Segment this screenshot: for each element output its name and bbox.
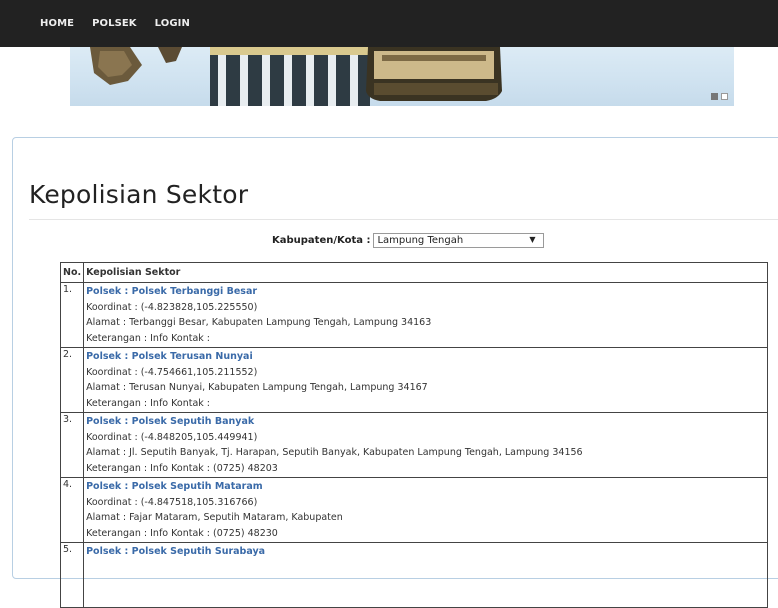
alamat-text: Alamat : Terbanggi Besar, Kabupaten Lamp… <box>86 317 432 328</box>
title-divider <box>29 219 778 220</box>
polsek-table: No. Kepolisian Sektor 1. Polsek : Polsek… <box>59 262 768 608</box>
page-title: Kepolisian Sektor <box>29 180 249 209</box>
alamat-text <box>86 575 765 591</box>
table-row: 1. Polsek : Polsek Terbanggi Besar Koord… <box>59 282 768 348</box>
keterangan-text: Keterangan : Info Kontak : (0725) 48203 <box>86 462 278 474</box>
top-navbar: HOME POLSEK LOGIN <box>0 0 778 47</box>
dropdown-arrow-icon: ▼ <box>529 235 536 244</box>
alamat-text: Alamat : Fajar Mataram, Seputih Mataram,… <box>86 512 343 523</box>
kabupaten-filter: Kabupaten/Kota : Lampung Tengah ▼ <box>272 233 545 248</box>
polsek-name-link[interactable]: Polsek : Polsek Seputih Mataram <box>86 479 765 495</box>
row-number: 1. <box>59 282 85 348</box>
table-row: 2. Polsek : Polsek Terusan Nunyai Koordi… <box>59 347 768 413</box>
koordinat-text: Koordinat : (-4.848205,105.449941) <box>86 431 258 443</box>
row-details: Polsek : Polsek Terbanggi Besar Koordina… <box>83 282 768 348</box>
slider-dot-2[interactable] <box>721 93 728 100</box>
koordinat-text <box>86 560 765 576</box>
nav-home-link[interactable]: HOME <box>40 18 74 29</box>
kabupaten-select-value: Lampung Tengah <box>377 235 464 246</box>
nav-polsek-link[interactable]: POLSEK <box>92 18 137 29</box>
banner-illustration <box>90 47 502 106</box>
kabupaten-select[interactable]: Lampung Tengah ▼ <box>373 233 545 248</box>
table-row: 5. Polsek : Polsek Seputih Surabaya <box>59 542 768 608</box>
keterangan-text: Keterangan : Info Kontak : (0725) 48230 <box>86 527 278 539</box>
column-header-no: No. <box>59 262 85 283</box>
koordinat-text: Koordinat : (-4.823828,105.225550) <box>86 301 258 313</box>
header-banner-image <box>70 47 734 106</box>
row-number: 5. <box>59 542 85 608</box>
nav-login-link[interactable]: LOGIN <box>155 18 190 29</box>
polsek-name-link[interactable]: Polsek : Polsek Seputih Surabaya <box>86 544 765 560</box>
row-details: Polsek : Polsek Terusan Nunyai Koordinat… <box>83 347 768 413</box>
table-row: 3. Polsek : Polsek Seputih Banyak Koordi… <box>59 412 768 478</box>
polsek-name-link[interactable]: Polsek : Polsek Seputih Banyak <box>86 414 765 430</box>
row-details: Polsek : Polsek Seputih Mataram Koordina… <box>83 477 768 543</box>
table-row: 4. Polsek : Polsek Seputih Mataram Koord… <box>59 477 768 543</box>
keterangan-text: Keterangan : Info Kontak : <box>86 397 210 409</box>
keterangan-text: Keterangan : Info Kontak : <box>86 332 210 344</box>
polsek-name-link[interactable]: Polsek : Polsek Terbanggi Besar <box>86 284 765 300</box>
alamat-text: Alamat : Jl. Seputih Banyak, Tj. Harapan… <box>86 447 583 458</box>
row-details: Polsek : Polsek Seputih Surabaya <box>83 542 768 608</box>
keterangan-text <box>86 591 765 607</box>
alamat-text: Alamat : Terusan Nunyai, Kabupaten Lampu… <box>86 382 428 393</box>
filter-label: Kabupaten/Kota : <box>272 235 371 246</box>
table-header-row: No. Kepolisian Sektor <box>59 262 768 283</box>
row-number: 2. <box>59 347 85 413</box>
slider-dot-1[interactable] <box>711 93 718 100</box>
row-number: 4. <box>59 477 85 543</box>
koordinat-text: Koordinat : (-4.847518,105.316766) <box>86 496 258 508</box>
polsek-name-link[interactable]: Polsek : Polsek Terusan Nunyai <box>86 349 765 365</box>
row-number: 3. <box>59 412 85 478</box>
banner-slider-dots <box>711 93 728 100</box>
column-header-kepolisian-sektor: Kepolisian Sektor <box>83 262 768 283</box>
koordinat-text: Koordinat : (-4.754661,105.211552) <box>86 366 258 378</box>
main-nav: HOME POLSEK LOGIN <box>40 0 208 47</box>
row-details: Polsek : Polsek Seputih Banyak Koordinat… <box>83 412 768 478</box>
